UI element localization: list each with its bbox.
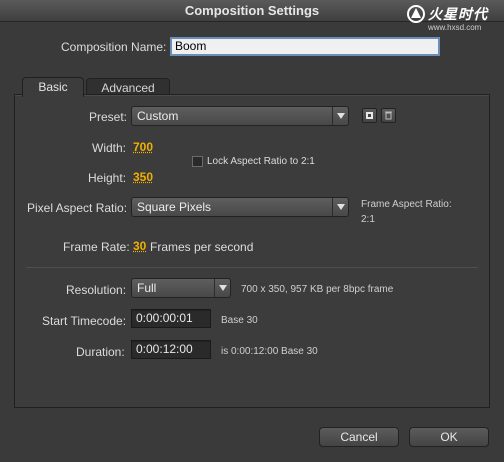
save-preset-icon[interactable] [362, 108, 377, 123]
start-timecode-input[interactable]: 0:00:00:01 [131, 309, 211, 328]
resolution-info: 700 x 350, 957 KB per 8bpc frame [241, 284, 394, 295]
height-label: Height: [88, 171, 127, 185]
chevron-down-icon [332, 107, 348, 125]
width-value[interactable]: 700 [133, 140, 153, 154]
resolution-value: Full [137, 281, 157, 295]
height-value[interactable]: 350 [133, 170, 153, 184]
chevron-down-icon [332, 198, 348, 216]
watermark-url: www.hxsd.com [428, 23, 482, 32]
frame-rate-value[interactable]: 30 [133, 239, 146, 253]
chevron-down-icon [214, 279, 230, 297]
frame-aspect-label: Frame Aspect Ratio: [361, 199, 452, 210]
start-timecode-base: Base 30 [221, 315, 258, 326]
preset-value: Custom [137, 109, 179, 123]
duration-info: is 0:00:12:00 Base 30 [221, 346, 318, 357]
ok-button[interactable]: OK [409, 427, 489, 447]
hxsd-logo-icon [407, 5, 425, 23]
cancel-button[interactable]: Cancel [319, 427, 399, 447]
resolution-label: Resolution: [66, 283, 127, 297]
frame-rate-unit: Frames per second [150, 240, 254, 254]
frame-rate-label: Frame Rate: [63, 240, 130, 254]
lock-aspect-checkbox[interactable] [192, 156, 203, 167]
window-title: Composition Settings [184, 3, 320, 18]
composition-name-input[interactable]: Boom [170, 37, 440, 56]
section-divider [26, 267, 478, 268]
composition-name-label: Composition Name: [61, 40, 167, 54]
resolution-dropdown[interactable]: Full [131, 278, 231, 298]
duration-input[interactable]: 0:00:12:00 [131, 340, 211, 359]
tab-basic[interactable]: Basic [22, 77, 84, 97]
watermark-logo: 火星时代 www.hxsd.com [406, 4, 498, 38]
lock-aspect-label: Lock Aspect Ratio to 2:1 [207, 156, 315, 167]
pixel-aspect-label: Pixel Aspect Ratio: [27, 201, 128, 215]
pixel-aspect-value: Square Pixels [137, 200, 212, 214]
start-timecode-label: Start Timecode: [42, 314, 127, 328]
width-label: Width: [92, 141, 127, 155]
preset-label: Preset: [89, 110, 128, 124]
watermark-text: 火星时代 [428, 7, 488, 23]
pixel-aspect-dropdown[interactable]: Square Pixels [131, 197, 349, 217]
trash-icon[interactable] [381, 108, 396, 123]
frame-aspect-value: 2:1 [361, 214, 375, 225]
duration-label: Duration: [76, 345, 125, 359]
preset-dropdown[interactable]: Custom [131, 106, 349, 126]
